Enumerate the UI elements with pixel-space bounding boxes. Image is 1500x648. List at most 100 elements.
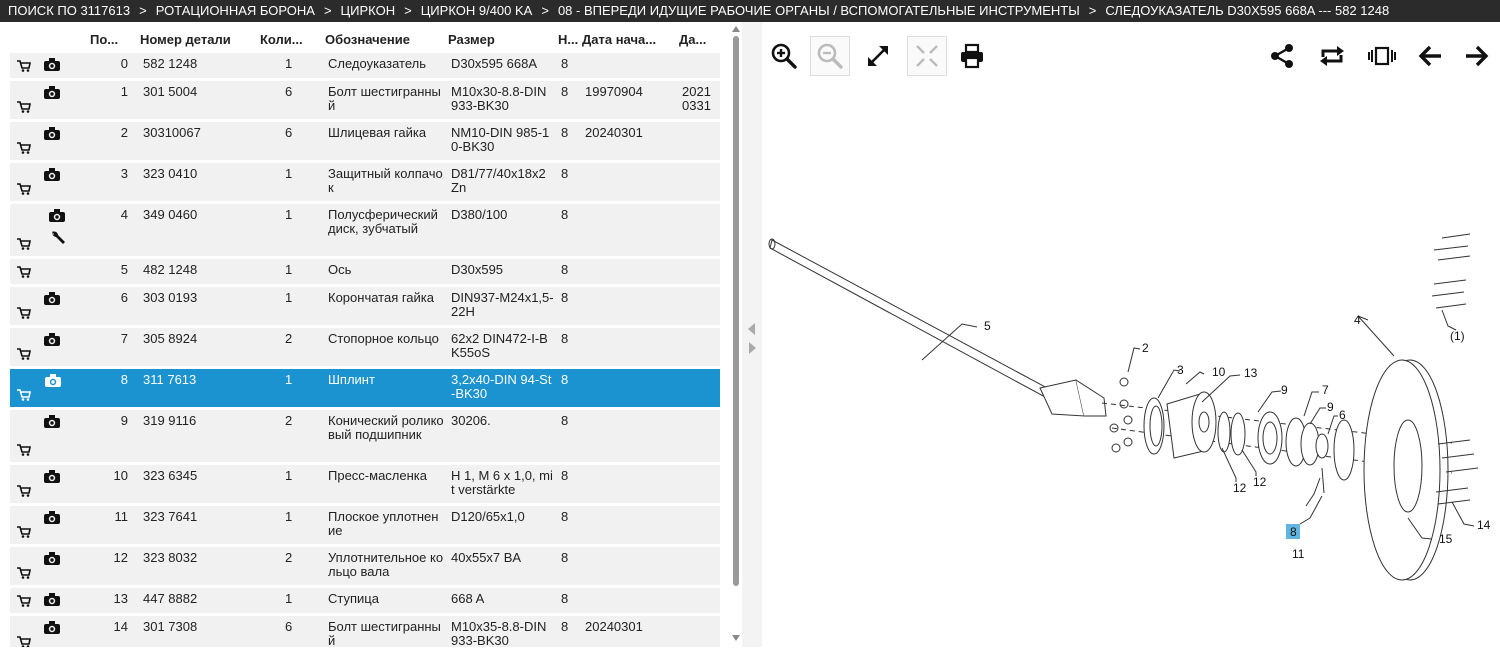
header-part-number[interactable]: Номер детали: [140, 32, 257, 47]
callout-label[interactable]: 8: [1290, 525, 1297, 539]
print-button[interactable]: [952, 36, 992, 76]
table-row[interactable]: 12 323 8032 2 Уплотнительное кольцо вала 40x…: [10, 546, 720, 587]
table-header: По... Номер детали Коли... Обозначение Р…: [10, 26, 720, 52]
table-row[interactable]: 4 349 0460 1 Полусферический диск, зубчатый…: [10, 203, 720, 258]
callout-label[interactable]: 4: [1354, 313, 1361, 327]
zoom-in-button[interactable]: [764, 36, 804, 76]
cell-pos: 6: [120, 290, 128, 305]
table-row[interactable]: 7 305 8924 2 Стопорное кольцо 62x2 DIN472-I-…: [10, 327, 720, 368]
exploded-drawing[interactable]: 5 4 (1) 2 3 10 13 9 7 9 6 12 12 8 11 15 14: [762, 98, 1500, 643]
next-button[interactable]: [1457, 36, 1497, 76]
camera-icon[interactable]: [45, 374, 61, 387]
share-button[interactable]: [1262, 36, 1302, 76]
callout-label[interactable]: 12: [1253, 475, 1267, 489]
table-row[interactable]: 6 303 0193 1 Корончатая гайка DIN937-M24x1,5…: [10, 286, 720, 327]
camera-icon[interactable]: [44, 593, 60, 606]
table-row[interactable]: 9 319 9116 2 Конический роликовый подшипник…: [10, 409, 720, 464]
cell-date2: [679, 259, 720, 284]
camera-icon[interactable]: [49, 209, 65, 222]
header-pos[interactable]: По...: [83, 32, 140, 47]
breadcrumb-item[interactable]: ПОИСК ПО 3117613: [8, 3, 130, 18]
panel-splitter[interactable]: [742, 22, 762, 647]
table-row[interactable]: 3 323 0410 1 Защитный колпачок D81/77/40x18x…: [10, 162, 720, 203]
scroll-thumb[interactable]: [733, 36, 739, 586]
carousel-button[interactable]: [1362, 36, 1402, 76]
cart-icon[interactable]: [17, 238, 31, 250]
header-date-end[interactable]: Да...: [679, 32, 720, 47]
repeat-button[interactable]: [1312, 36, 1352, 76]
cart-icon[interactable]: [17, 307, 31, 319]
expand-button[interactable]: [858, 36, 898, 76]
collapse-right-icon[interactable]: [749, 342, 756, 354]
header-n[interactable]: Н...: [558, 32, 582, 47]
breadcrumb-item[interactable]: ЦИРКОН 9/400 KA: [421, 3, 533, 18]
header-designation[interactable]: Обозначение: [325, 32, 448, 47]
cart-icon[interactable]: [17, 389, 31, 401]
fit-button[interactable]: [907, 36, 947, 76]
breadcrumb-item[interactable]: ЦИРКОН: [341, 3, 396, 18]
header-qty[interactable]: Коли...: [257, 32, 325, 47]
breadcrumb-item[interactable]: СЛЕДОУКАЗАТЕЛЬ D30X595 668A --- 582 1248: [1105, 3, 1389, 18]
zoom-out-button[interactable]: [810, 36, 850, 76]
callout-label[interactable]: 13: [1244, 366, 1258, 380]
camera-icon[interactable]: [44, 621, 60, 634]
scrollbar[interactable]: [730, 22, 742, 647]
camera-icon[interactable]: [44, 552, 60, 565]
cell-size: H 1, M 6 x 1,0, mit verstärkte: [451, 468, 553, 497]
cart-icon[interactable]: [17, 636, 31, 647]
callout-label[interactable]: 15: [1439, 532, 1453, 546]
cart-icon[interactable]: [17, 60, 31, 72]
collapse-left-icon[interactable]: [748, 323, 755, 335]
camera-icon[interactable]: [44, 168, 60, 181]
table-row[interactable]: 11 323 7641 1 Плоское уплотнение D120/65x1,0…: [10, 505, 720, 546]
callout-label[interactable]: 2: [1142, 341, 1149, 355]
callout-label[interactable]: 9: [1327, 400, 1334, 414]
camera-icon[interactable]: [44, 86, 60, 99]
table-row[interactable]: 14 301 7308 6 Болт шестигранный M10x35-8.8-D…: [10, 615, 720, 647]
camera-icon[interactable]: [44, 333, 60, 346]
table-row[interactable]: 8 311 7613 1 Шплинт 3,2x40-DIN 94-St-BK30 8: [10, 368, 720, 409]
scroll-up-icon[interactable]: [732, 26, 740, 32]
cart-icon[interactable]: [17, 142, 31, 154]
cart-icon[interactable]: [17, 444, 31, 456]
breadcrumb-item[interactable]: 08 - ВПЕРЕДИ ИДУЩИЕ РАБОЧИЕ ОРГАНЫ / ВСП…: [558, 3, 1080, 18]
cart-icon[interactable]: [17, 526, 31, 538]
breadcrumb-item[interactable]: РОТАЦИОННАЯ БОРОНА: [156, 3, 315, 18]
wrench-icon[interactable]: [50, 230, 66, 246]
callout-label[interactable]: 3: [1177, 363, 1184, 377]
callout-label[interactable]: 10: [1212, 365, 1226, 379]
cart-icon[interactable]: [17, 485, 31, 497]
table-row[interactable]: 5 482 1248 1 Ось D30x595 8: [10, 258, 720, 286]
table-row[interactable]: 2 30310067 6 Шлицевая гайка NM10-DIN 985-10-…: [10, 121, 720, 162]
cart-icon[interactable]: [17, 567, 31, 579]
callout-label[interactable]: (1): [1450, 329, 1465, 343]
table-row[interactable]: 0 582 1248 1 Следоуказатель D30x595 668A 8: [10, 52, 720, 80]
cart-icon[interactable]: [17, 348, 31, 360]
icons-cell: [38, 163, 83, 201]
callout-label[interactable]: 6: [1339, 408, 1346, 422]
camera-icon[interactable]: [44, 415, 60, 428]
cell-date2: [679, 53, 720, 78]
cart-icon[interactable]: [17, 595, 31, 607]
callout-label[interactable]: 14: [1477, 518, 1491, 532]
table-row[interactable]: 1 301 5004 6 Болт шестигранный M10x30-8.8-DI…: [10, 80, 720, 121]
callout-label[interactable]: 5: [984, 319, 991, 333]
cart-icon[interactable]: [17, 266, 31, 278]
camera-icon[interactable]: [44, 127, 60, 140]
callout-label[interactable]: 11: [1292, 547, 1305, 561]
camera-icon[interactable]: [44, 470, 60, 483]
callout-label[interactable]: 12: [1233, 481, 1247, 495]
camera-icon[interactable]: [44, 511, 60, 524]
camera-icon[interactable]: [44, 58, 60, 71]
cart-icon[interactable]: [17, 101, 31, 113]
table-row[interactable]: 13 447 8882 1 Ступица 668 A 8: [10, 587, 720, 615]
callout-label[interactable]: 7: [1322, 383, 1329, 397]
callout-label[interactable]: 9: [1281, 383, 1288, 397]
scroll-down-icon[interactable]: [732, 635, 740, 641]
table-row[interactable]: 10 323 6345 1 Пресс-масленка H 1, M 6 x 1,0,…: [10, 464, 720, 505]
camera-icon[interactable]: [44, 292, 60, 305]
header-size[interactable]: Размер: [448, 32, 558, 47]
cart-icon[interactable]: [17, 183, 31, 195]
header-date-start[interactable]: Дата нача...: [582, 32, 679, 47]
previous-button[interactable]: [1410, 36, 1450, 76]
